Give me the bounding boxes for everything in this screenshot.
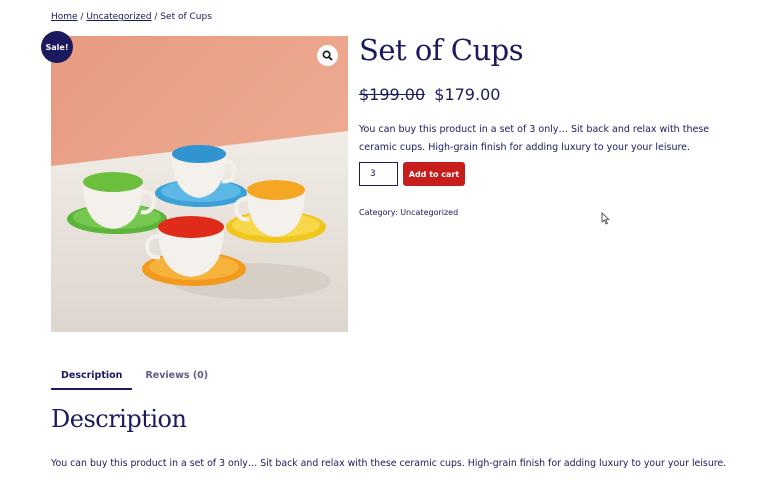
product-tabs: Description Reviews (0) — [51, 366, 218, 390]
breadcrumb-category-link[interactable]: Uncategorized — [86, 12, 151, 22]
old-price: $199.00 — [359, 85, 426, 104]
breadcrumb-current: Set of Cups — [160, 12, 212, 22]
tab-reviews[interactable]: Reviews (0) — [135, 366, 218, 390]
breadcrumb-separator: / — [151, 12, 161, 22]
category-link[interactable]: Uncategorized — [400, 208, 458, 217]
tab-description[interactable]: Description — [51, 366, 133, 390]
quantity-input[interactable] — [359, 162, 398, 186]
add-to-cart-button[interactable]: Add to cart — [403, 162, 465, 186]
sale-badge: Sale! — [41, 31, 73, 63]
breadcrumb-home-link[interactable]: Home — [51, 12, 78, 22]
product-category: Category: Uncategorized — [359, 208, 458, 217]
description-body: You can buy this product in a set of 3 o… — [51, 458, 727, 469]
short-description: You can buy this product in a set of 3 o… — [359, 124, 710, 153]
sale-price: $179.00 — [434, 85, 501, 104]
zoom-icon — [322, 50, 333, 61]
price: $199.00 $179.00 — [359, 85, 500, 104]
breadcrumb: Home / Uncategorized / Set of Cups — [51, 12, 212, 22]
description-heading: Description — [51, 405, 187, 433]
zoom-button[interactable] — [317, 45, 338, 66]
product-title: Set of Cups — [359, 33, 524, 67]
mouse-cursor-icon — [601, 212, 610, 225]
product-image[interactable] — [51, 36, 348, 332]
category-label: Category: — [359, 208, 398, 217]
cups-photo — [51, 36, 348, 332]
